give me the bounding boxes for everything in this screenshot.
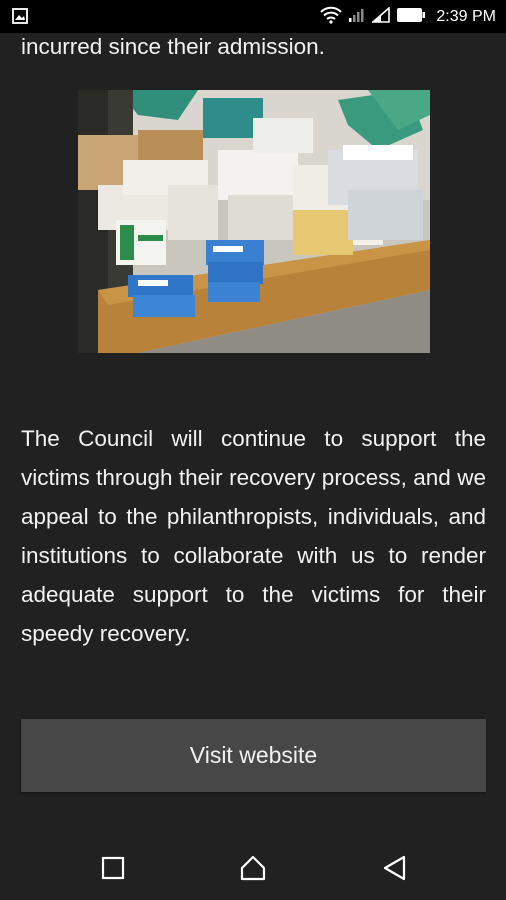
recent-apps-icon[interactable] (99, 854, 127, 882)
cell-signal-weak-icon (348, 7, 366, 28)
cell-signal-icon (371, 5, 391, 28)
medicine-boxes-image (78, 90, 430, 353)
status-icons: 2:39 PM (320, 5, 496, 29)
visit-website-button[interactable]: Visit website (21, 719, 486, 792)
navigation-bar (0, 820, 506, 900)
article-text: The Council will continue to support the… (21, 426, 486, 646)
article-photo (78, 90, 430, 353)
wifi-icon (320, 6, 343, 29)
battery-icon (396, 7, 426, 28)
image-icon (12, 8, 28, 24)
back-icon[interactable] (381, 854, 409, 882)
article-text-top: incurred since their admission. (21, 34, 325, 59)
status-bar: 2:39 PM (0, 0, 506, 33)
home-icon[interactable] (239, 854, 267, 882)
status-time: 2:39 PM (436, 8, 496, 25)
article-content[interactable]: incurred since their admission. The Coun… (0, 33, 506, 820)
screen: 2:39 PM incurred since their admission. (0, 0, 506, 900)
